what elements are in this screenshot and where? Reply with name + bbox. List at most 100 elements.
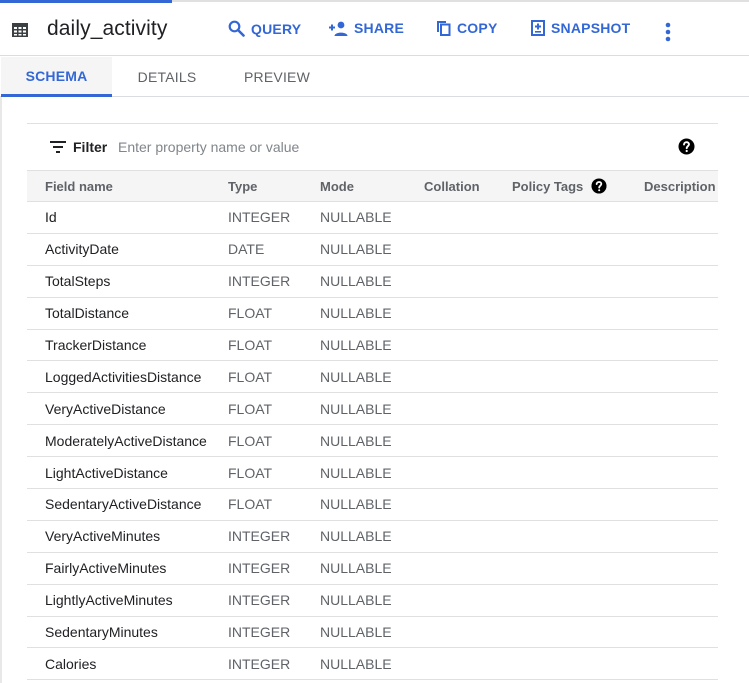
field-name-cell: ModeratelyActiveDistance [45, 432, 207, 449]
mode-cell: NULLABLE [320, 400, 392, 417]
table-row[interactable]: TrackerDistance FLOAT NULLABLE [27, 329, 718, 361]
table-icon [12, 23, 28, 37]
field-name-cell: VeryActiveDistance [45, 400, 166, 417]
field-name-cell: LightActiveDistance [45, 464, 168, 481]
description-cell [644, 616, 718, 648]
table-header-row: Field name Type Mode Collation Policy Ta… [27, 170, 718, 202]
mode-cell: NULLABLE [320, 592, 392, 609]
field-name-cell: ActivityDate [45, 241, 119, 258]
schema-table-body: Id INTEGER NULLABLE ActivityDate DATE NULLABL… [27, 202, 718, 680]
column-header-mode[interactable]: Mode [320, 171, 424, 202]
description-cell [644, 489, 718, 521]
tab-bar: SCHEMA DETAILS PREVIEW [0, 57, 749, 97]
type-cell: INTEGER [228, 624, 291, 641]
policy-tags-cell [512, 361, 644, 393]
policy-tags-cell [512, 616, 644, 648]
mode-cell: NULLABLE [320, 528, 392, 545]
field-name-cell: LoggedActivitiesDistance [45, 368, 202, 385]
tab-preview[interactable]: PREVIEW [222, 57, 332, 97]
collation-cell [424, 457, 512, 489]
share-label: SHARE [354, 20, 405, 36]
more-vert-icon[interactable] [662, 21, 674, 43]
table-row[interactable]: TotalDistance FLOAT NULLABLE [27, 297, 718, 330]
type-cell: INTEGER [228, 655, 291, 672]
table-row[interactable]: Id INTEGER NULLABLE [27, 202, 718, 234]
query-button[interactable]: QUERY [228, 20, 301, 37]
field-name-cell: FairlyActiveMinutes [45, 560, 167, 577]
column-header-description[interactable]: Description [644, 171, 718, 202]
mode-cell: NULLABLE [320, 655, 392, 672]
policy-tags-cell [512, 648, 644, 680]
field-name-cell: TrackerDistance [45, 337, 147, 353]
collation-cell [424, 425, 512, 457]
table-row[interactable]: FairlyActiveMinutes INTEGER NULLABLE [27, 552, 718, 585]
field-name-cell: LightlyActiveMinutes [45, 592, 173, 609]
left-divider [0, 97, 2, 683]
policy-tags-cell [512, 265, 644, 297]
policy-tags-help-icon[interactable] [591, 178, 607, 194]
table-row[interactable]: VeryActiveDistance FLOAT NULLABLE [27, 393, 718, 425]
tab-schema[interactable]: SCHEMA [1, 57, 112, 97]
tab-details[interactable]: DETAILS [112, 57, 222, 97]
collation-cell [424, 552, 512, 584]
share-button[interactable]: SHARE [329, 20, 404, 36]
type-cell: FLOAT [228, 464, 273, 481]
type-cell: FLOAT [228, 368, 273, 385]
policy-tags-label: Policy Tags [512, 178, 584, 194]
field-name-cell: TotalDistance [45, 305, 130, 322]
column-header-collation[interactable]: Collation [424, 171, 512, 202]
description-cell [644, 202, 718, 234]
policy-tags-cell [512, 520, 644, 552]
table-row[interactable]: Calories INTEGER NULLABLE [27, 648, 718, 680]
mode-cell: NULLABLE [320, 209, 392, 226]
description-cell [644, 584, 718, 616]
type-cell: FLOAT [228, 305, 273, 322]
policy-tags-cell [512, 457, 644, 489]
filter-icon [50, 141, 66, 153]
page-title: daily_activity [47, 17, 168, 40]
collation-cell [424, 393, 512, 425]
policy-tags-cell [512, 552, 644, 584]
description-cell [644, 457, 718, 489]
description-cell [644, 233, 718, 265]
top-divider [172, 0, 749, 2]
mode-cell: NULLABLE [320, 273, 392, 290]
type-cell: INTEGER [228, 560, 291, 577]
column-header-field-name[interactable]: Field name [27, 171, 228, 202]
type-cell: INTEGER [228, 592, 291, 609]
table-row[interactable]: SedentaryMinutes INTEGER NULLABLE [27, 616, 718, 648]
snapshot-button[interactable]: SNAPSHOT [531, 20, 630, 36]
search-icon [228, 20, 245, 37]
column-header-policy-tags[interactable]: Policy Tags [512, 171, 644, 202]
help-icon[interactable] [678, 138, 695, 155]
type-cell: INTEGER [228, 528, 291, 545]
copy-label: COPY [457, 20, 498, 36]
column-header-type[interactable]: Type [228, 171, 320, 202]
field-name-cell: Id [45, 209, 57, 226]
table-row[interactable]: ModeratelyActiveDistance FLOAT NULLABLE [27, 425, 718, 457]
field-name-cell: TotalSteps [45, 273, 111, 290]
table-row[interactable]: LoggedActivitiesDistance FLOAT NULLABLE [27, 361, 718, 393]
table-row[interactable]: VeryActiveMinutes INTEGER NULLABLE [27, 520, 718, 553]
mode-cell: NULLABLE [320, 432, 392, 449]
policy-tags-cell [512, 425, 644, 457]
table-row[interactable]: SedentaryActiveDistance FLOAT NULLABLE [27, 489, 718, 521]
field-name-cell: SedentaryMinutes [45, 624, 158, 641]
filter-label: Filter [73, 139, 108, 155]
table-row[interactable]: LightlyActiveMinutes INTEGER NULLABLE [27, 584, 718, 617]
copy-icon [437, 21, 451, 36]
policy-tags-cell [512, 393, 644, 425]
table-row[interactable]: TotalSteps INTEGER NULLABLE [27, 265, 718, 298]
description-cell [644, 329, 718, 361]
description-cell [644, 361, 718, 393]
copy-button[interactable]: COPY [436, 20, 497, 36]
filter-input[interactable] [118, 135, 638, 159]
schema-table: Field name Type Mode Collation Policy Ta… [27, 170, 718, 680]
table-row[interactable]: LightActiveDistance FLOAT NULLABLE [27, 457, 718, 489]
mode-cell: NULLABLE [320, 305, 392, 322]
policy-tags-cell [512, 233, 644, 265]
collation-cell [424, 361, 512, 393]
type-cell: DATE [228, 241, 265, 258]
description-cell [644, 520, 718, 552]
table-row[interactable]: ActivityDate DATE NULLABLE [27, 233, 718, 266]
